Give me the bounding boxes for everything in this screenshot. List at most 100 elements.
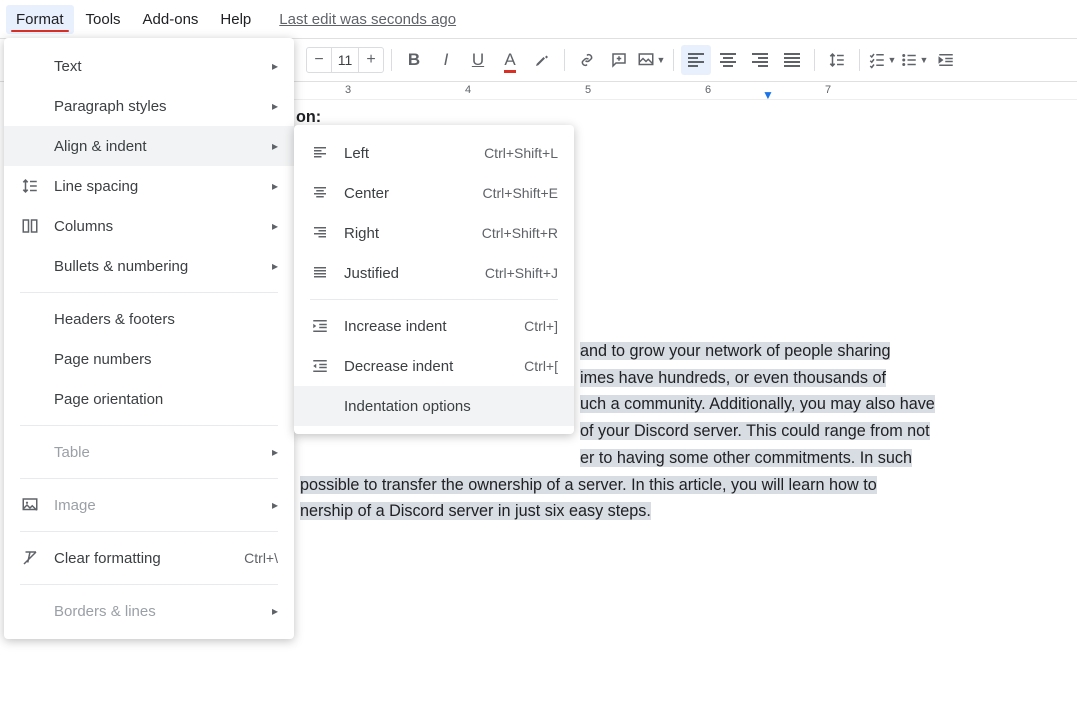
align-item-justified[interactable]: Justified Ctrl+Shift+J xyxy=(294,253,574,293)
bulleted-list-button[interactable]: ▼ xyxy=(899,45,929,75)
format-item-text[interactable]: Text▸ xyxy=(4,46,294,86)
format-item-line-spacing[interactable]: Line spacing▸ xyxy=(4,166,294,206)
shortcut: Ctrl+[ xyxy=(524,358,558,374)
menu-label: Indentation options xyxy=(344,398,558,415)
menu-label: Page numbers xyxy=(54,351,278,368)
menu-label: Headers & footers xyxy=(54,311,278,328)
format-dropdown: Text▸Paragraph styles▸Align & indent▸Lin… xyxy=(4,38,294,639)
align-right-icon xyxy=(752,53,768,67)
shortcut: Ctrl+Shift+J xyxy=(485,265,558,281)
columns-icon xyxy=(20,217,40,235)
link-icon xyxy=(578,51,596,69)
menu-label: Increase indent xyxy=(344,318,510,335)
align-left-button[interactable] xyxy=(681,45,711,75)
align-center-icon xyxy=(310,184,330,202)
doc-line: uch a community. Additionally, you may a… xyxy=(580,395,935,413)
underline-button[interactable]: U xyxy=(463,45,493,75)
image-icon xyxy=(637,51,655,69)
doc-line: and to grow your network of people shari… xyxy=(580,342,890,360)
font-size-input[interactable] xyxy=(331,48,359,72)
checklist-button[interactable]: ▼ xyxy=(867,45,897,75)
submenu-arrow-icon: ▸ xyxy=(272,99,278,113)
align-item-increase-indent[interactable]: Increase indentCtrl+] xyxy=(294,306,574,346)
doc-line: nership of a Discord server in just six … xyxy=(300,502,651,520)
ruler-tick: 4 xyxy=(465,84,471,96)
format-item-headers-footers[interactable]: Headers & footers xyxy=(4,299,294,339)
format-item-page-numbers[interactable]: Page numbers xyxy=(4,339,294,379)
align-item-indentation-options[interactable]: Indentation options xyxy=(294,386,574,426)
format-item-clear-formatting[interactable]: Clear formattingCtrl+\ xyxy=(4,538,294,578)
image-icon xyxy=(20,496,40,514)
menu-label: Borders & lines xyxy=(54,603,258,620)
submenu-arrow-icon: ▸ xyxy=(272,604,278,618)
align-item-left[interactable]: Left Ctrl+Shift+L xyxy=(294,133,574,173)
align-item-right[interactable]: RightCtrl+Shift+R xyxy=(294,213,574,253)
shortcut: Ctrl+Shift+E xyxy=(483,185,558,201)
font-size-increase[interactable]: + xyxy=(359,51,383,69)
align-justify-button[interactable] xyxy=(777,45,807,75)
linespace-icon xyxy=(20,177,40,195)
format-item-align-indent[interactable]: Align & indent ▸ xyxy=(4,126,294,166)
insert-image-button[interactable]: ▼ xyxy=(636,45,666,75)
align-item-decrease-indent[interactable]: Decrease indent Ctrl+[ xyxy=(294,346,574,386)
menu-label: Align & indent xyxy=(54,138,258,155)
menu-label: Text xyxy=(54,58,258,75)
font-size-decrease[interactable]: − xyxy=(307,51,331,69)
submenu-arrow-icon: ▸ xyxy=(272,139,278,153)
format-item-image: Image ▸ xyxy=(4,485,294,525)
format-item-columns[interactable]: Columns ▸ xyxy=(4,206,294,246)
menubar: Format Tools Add-ons Help Last edit was … xyxy=(0,0,1077,38)
format-item-paragraph-styles[interactable]: Paragraph styles ▸ xyxy=(4,86,294,126)
highlight-button[interactable] xyxy=(527,45,557,75)
italic-button[interactable]: I xyxy=(431,45,461,75)
menu-label: Image xyxy=(54,497,258,514)
format-item-borders-lines: Borders & lines ▸ xyxy=(4,591,294,631)
align-left-icon xyxy=(688,53,704,67)
ruler-tick: 5 xyxy=(585,84,591,96)
checklist-icon xyxy=(868,51,886,69)
text-color-button[interactable]: A xyxy=(495,45,525,75)
bold-button[interactable]: B xyxy=(399,45,429,75)
bullets-icon xyxy=(900,51,918,69)
indent-dec-icon xyxy=(310,357,330,375)
shortcut: Ctrl+Shift+L xyxy=(484,145,558,161)
last-edit-link[interactable]: Last edit was seconds ago xyxy=(279,11,456,28)
menu-label: Center xyxy=(344,185,469,202)
menu-label: Left xyxy=(344,145,470,162)
submenu-arrow-icon: ▸ xyxy=(272,179,278,193)
align-center-button[interactable] xyxy=(713,45,743,75)
doc-line: er to having some other commitments. In … xyxy=(580,449,912,467)
format-item-page-orientation[interactable]: Page orientation xyxy=(4,379,294,419)
menu-label: Paragraph styles xyxy=(54,98,258,115)
shortcut: Ctrl+\ xyxy=(244,550,278,566)
align-indent-submenu: Left Ctrl+Shift+L Center Ctrl+Shift+E RightC… xyxy=(294,125,574,434)
comment-icon xyxy=(610,51,628,69)
format-item-table: Table▸ xyxy=(4,432,294,472)
submenu-arrow-icon: ▸ xyxy=(272,498,278,512)
add-comment-button[interactable] xyxy=(604,45,634,75)
ruler-tick: 6 xyxy=(705,84,711,96)
submenu-arrow-icon: ▸ xyxy=(272,445,278,459)
align-left-icon xyxy=(310,144,330,162)
font-size-stepper[interactable]: − + xyxy=(306,47,384,73)
format-item-bullets-numbering[interactable]: Bullets & numbering▸ xyxy=(4,246,294,286)
submenu-arrow-icon: ▸ xyxy=(272,219,278,233)
menu-label: Decrease indent xyxy=(344,358,510,375)
align-right-icon xyxy=(310,224,330,242)
align-item-center[interactable]: Center Ctrl+Shift+E xyxy=(294,173,574,213)
clearfmt-icon xyxy=(20,549,40,567)
align-right-button[interactable] xyxy=(745,45,775,75)
menu-label: Page orientation xyxy=(54,391,278,408)
line-spacing-button[interactable] xyxy=(822,45,852,75)
menu-label: Justified xyxy=(344,265,471,282)
decrease-indent-toolbar[interactable] xyxy=(931,45,961,75)
insert-link-button[interactable] xyxy=(572,45,602,75)
align-center-icon xyxy=(720,53,736,67)
menu-tools[interactable]: Tools xyxy=(76,5,131,34)
menu-help[interactable]: Help xyxy=(210,5,261,34)
format-squiggle xyxy=(11,30,69,32)
menu-label: Columns xyxy=(54,218,258,235)
indent-marker[interactable]: ▼ xyxy=(762,88,774,102)
menu-addons[interactable]: Add-ons xyxy=(133,5,209,34)
line-spacing-icon xyxy=(828,51,846,69)
